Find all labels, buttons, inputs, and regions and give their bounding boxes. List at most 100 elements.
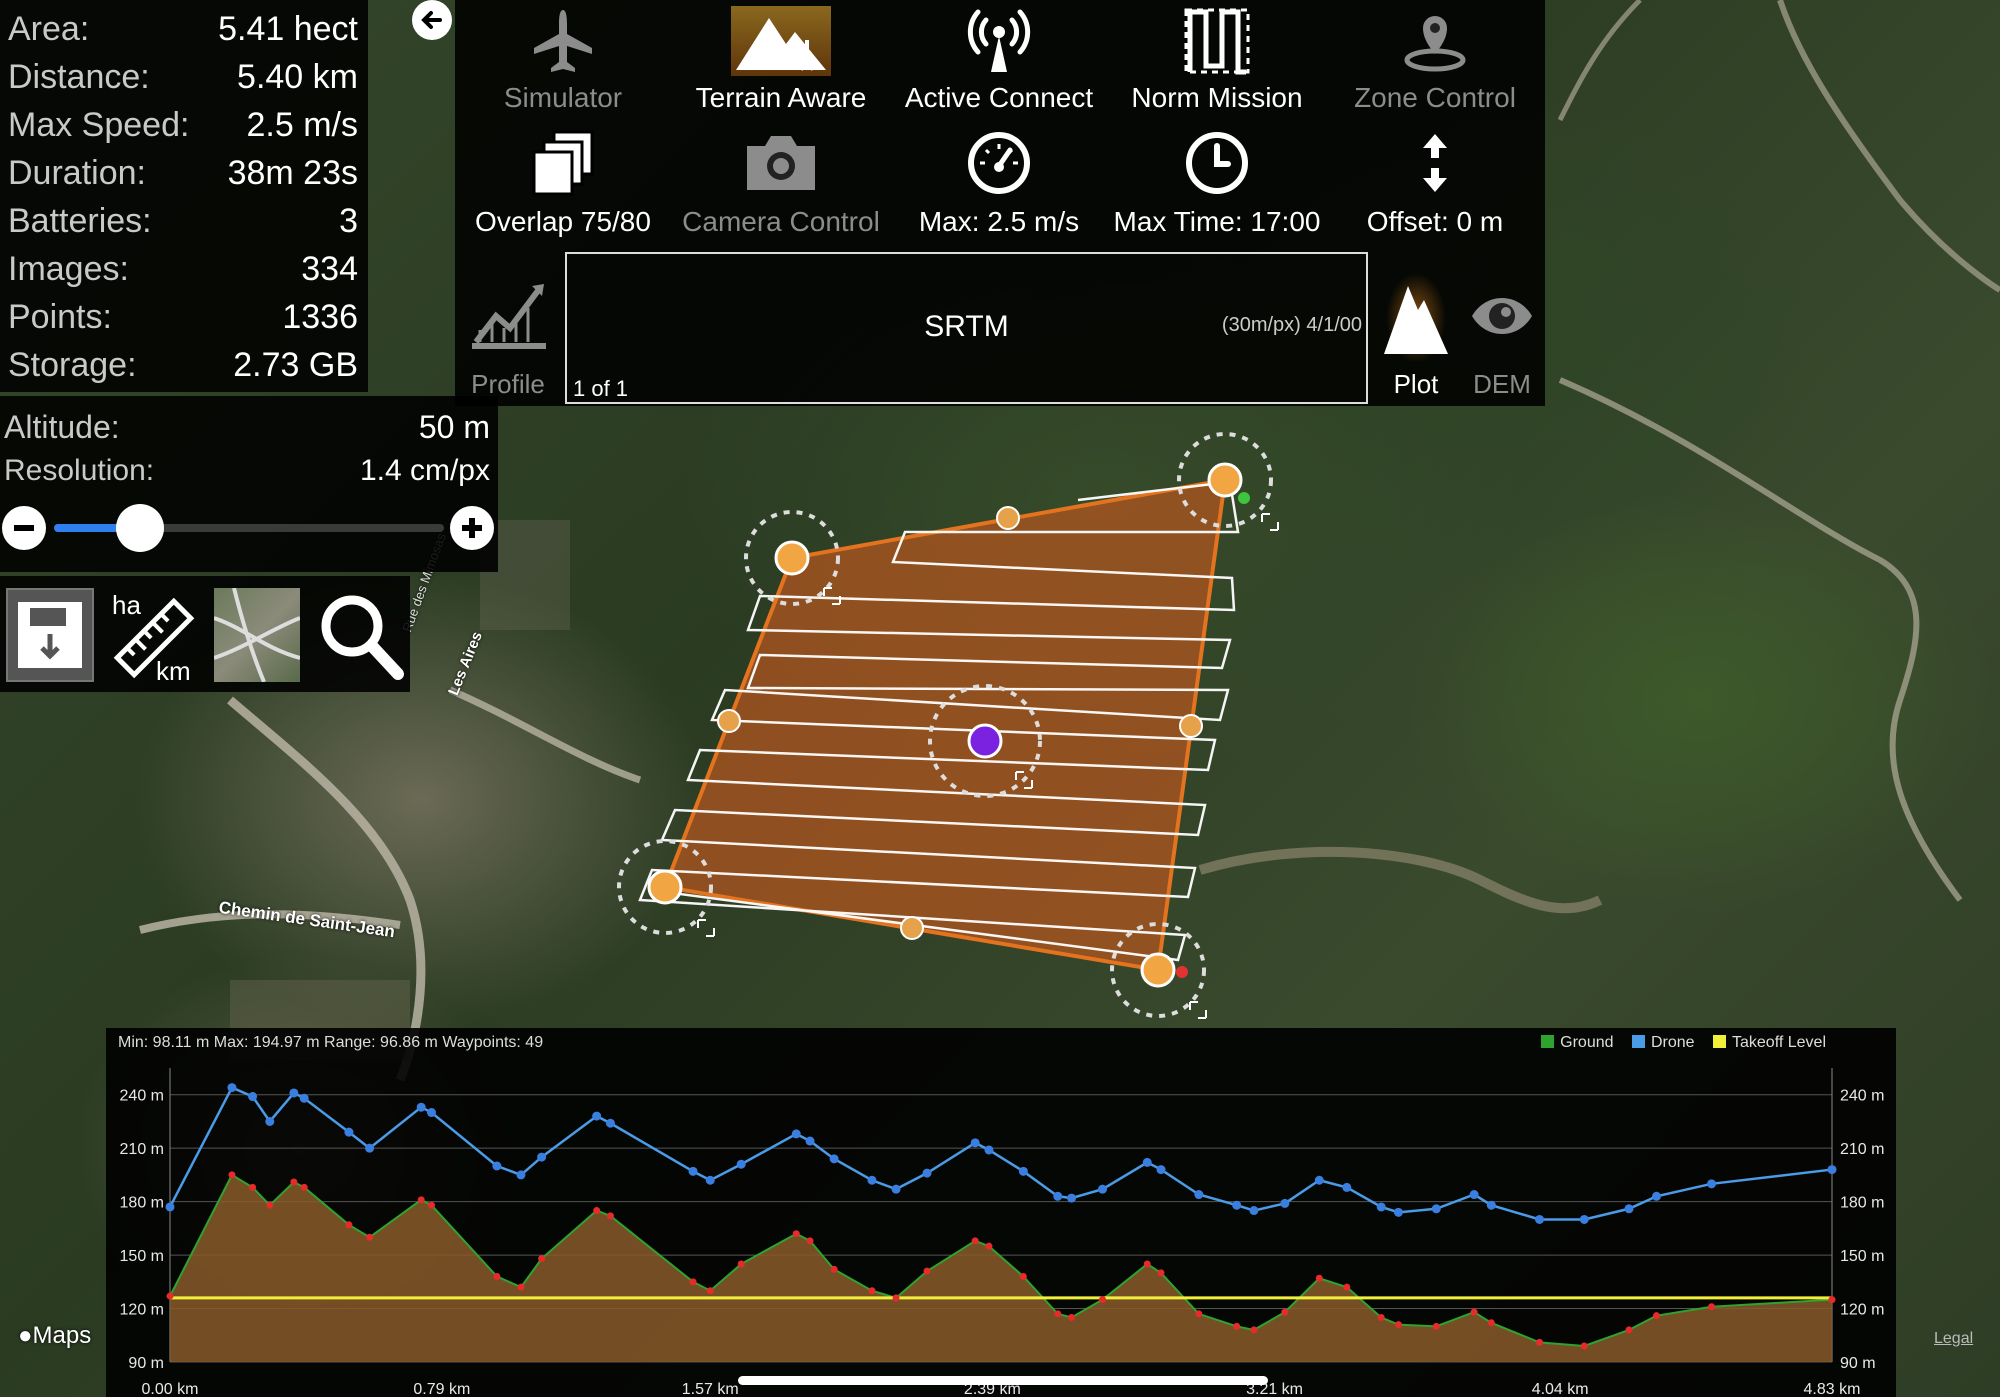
stat-label: Distance:: [8, 57, 150, 96]
source-detail: (30m/px) 4/1/00: [1221, 314, 1362, 336]
ground-point: [1708, 1303, 1716, 1311]
midpoint-handle-w: [717, 709, 741, 733]
drone-waypoint: [248, 1092, 258, 1102]
max-time-button[interactable]: Max Time: 17:00: [1109, 124, 1325, 244]
drone-waypoint: [791, 1129, 801, 1139]
ground-point: [1054, 1310, 1062, 1318]
plot-button[interactable]: Plot: [1375, 248, 1457, 406]
chart-plot-svg: 90 m 90 m 120 m 120 m 150 m 150 m 180 m 180 m 21…: [120, 1068, 1884, 1397]
camera-control-button[interactable]: Camera Control: [673, 124, 889, 244]
zone-control-button[interactable]: Zone Control: [1327, 0, 1543, 120]
simulator-button[interactable]: Simulator: [455, 0, 671, 120]
drone-waypoint: [736, 1159, 746, 1169]
drone-waypoint: [537, 1152, 547, 1162]
ground-point: [366, 1233, 374, 1241]
stat-label: Area:: [8, 9, 90, 48]
units-toggle-button[interactable]: ha km: [108, 586, 200, 686]
svg-text:km: km: [156, 656, 191, 684]
ground-point: [1394, 1321, 1402, 1329]
stat-value: 5.40 km: [237, 57, 358, 96]
stat-label: Points:: [8, 297, 112, 336]
max-speed-button[interactable]: Max: 2.5 m/s: [891, 124, 1107, 244]
home-indicator: [738, 1376, 1268, 1385]
offset-label: Offset: 0 m: [1366, 206, 1504, 237]
altitude-value: 50 m: [418, 408, 490, 445]
drone-waypoint: [1393, 1207, 1403, 1217]
ground-point: [1019, 1272, 1027, 1280]
active-connect-button[interactable]: Active Connect: [891, 0, 1107, 120]
drone-waypoint: [970, 1138, 980, 1148]
max-time-label: Max Time: 17:00: [1113, 206, 1321, 237]
ground-point: [985, 1242, 993, 1250]
x-tick-label: 0.79 km: [413, 1381, 470, 1397]
drone-waypoint: [805, 1136, 815, 1146]
overlap-label: Overlap 75/80: [475, 206, 651, 237]
y-tick-label-right: 180 m: [1840, 1195, 1884, 1212]
max-speed-label: Max: 2.5 m/s: [918, 206, 1080, 237]
altitude-slider[interactable]: [54, 504, 444, 552]
antenna-icon: [967, 9, 1031, 72]
ground-point: [1250, 1326, 1258, 1334]
ground-point: [923, 1267, 931, 1275]
ground-point: [493, 1272, 501, 1280]
altitude-slider-thumb[interactable]: [115, 504, 164, 552]
drone-waypoint: [891, 1184, 901, 1194]
elevation-source-selector[interactable]: SRTM (30m/px) 4/1/00 1 of 1: [565, 252, 1368, 404]
mountains-icon: [731, 6, 831, 76]
terrain-aware-button[interactable]: Terrain Aware: [673, 0, 889, 120]
ruler-units-icon: ha km: [112, 590, 195, 686]
drone-waypoint: [829, 1154, 839, 1164]
stat-max-speed: Max Speed: 2.5 m/s: [8, 102, 358, 148]
elevation-profile-chart[interactable]: Min: 98.11 m Max: 194.97 m Range: 96.86 …: [106, 1028, 1896, 1397]
ground-point: [266, 1201, 274, 1209]
drone-waypoint: [1707, 1179, 1717, 1189]
drone-waypoint: [289, 1088, 299, 1098]
norm-mission-button[interactable]: Norm Mission: [1109, 0, 1325, 120]
simulator-label: Simulator: [503, 82, 623, 113]
elevation-source-bar: Profile SRTM (30m/px) 4/1/00 1 of 1 Plot…: [455, 248, 1545, 406]
ground-point: [737, 1260, 745, 1268]
vertex-handle-se: [1140, 952, 1176, 988]
search-button[interactable]: [314, 588, 404, 682]
overlap-button[interactable]: Overlap 75/80: [455, 124, 671, 244]
arrow-left-icon: [421, 11, 442, 29]
profile-label: Profile: [471, 369, 545, 399]
drone-waypoint: [344, 1127, 354, 1137]
ground-point: [166, 1292, 174, 1300]
mission-stats-panel: Area: 5.41 hect Distance: 5.40 km Max Spee…: [0, 0, 368, 392]
drone-waypoint: [1469, 1190, 1479, 1200]
drone-waypoint: [867, 1175, 877, 1185]
y-tick-label-left: 90 m: [128, 1355, 164, 1372]
vertex-handle-nw: [774, 540, 810, 576]
altitude-increase-button[interactable]: [450, 506, 494, 550]
drone-waypoint: [1535, 1214, 1545, 1224]
stat-distance: Distance: 5.40 km: [8, 54, 358, 100]
ground-point: [1157, 1269, 1165, 1277]
resolution-label: Resolution:: [4, 454, 155, 487]
offset-button[interactable]: Offset: 0 m: [1327, 124, 1543, 244]
source-pager: 1 of 1: [573, 376, 629, 401]
ground-point: [1536, 1338, 1544, 1346]
map-type-button[interactable]: [213, 587, 301, 683]
drone-waypoint: [1827, 1165, 1837, 1175]
back-button[interactable]: [412, 0, 452, 40]
dem-button[interactable]: DEM: [1461, 248, 1543, 406]
drone-waypoint: [1376, 1202, 1386, 1212]
ground-point: [1487, 1319, 1495, 1327]
drone-waypoint: [1652, 1191, 1662, 1201]
altitude-row: Altitude: 50 m: [4, 404, 490, 450]
stat-duration: Duration: 38m 23s: [8, 150, 358, 196]
stat-value: 334: [301, 249, 358, 288]
ground-area: [170, 1174, 1832, 1362]
altitude-decrease-button[interactable]: [2, 506, 46, 550]
profile-button[interactable]: Profile: [455, 248, 561, 406]
location-pin-icon: [1404, 16, 1466, 72]
y-tick-label-left: 240 m: [120, 1088, 164, 1105]
midpoint-handle-e: [1179, 714, 1203, 738]
drone-waypoint: [416, 1102, 426, 1112]
stat-label: Images:: [8, 249, 129, 288]
drone-waypoint: [227, 1083, 237, 1093]
minus-icon: [14, 525, 34, 531]
save-mission-button[interactable]: [6, 588, 94, 682]
floppy-save-icon: [18, 602, 82, 668]
